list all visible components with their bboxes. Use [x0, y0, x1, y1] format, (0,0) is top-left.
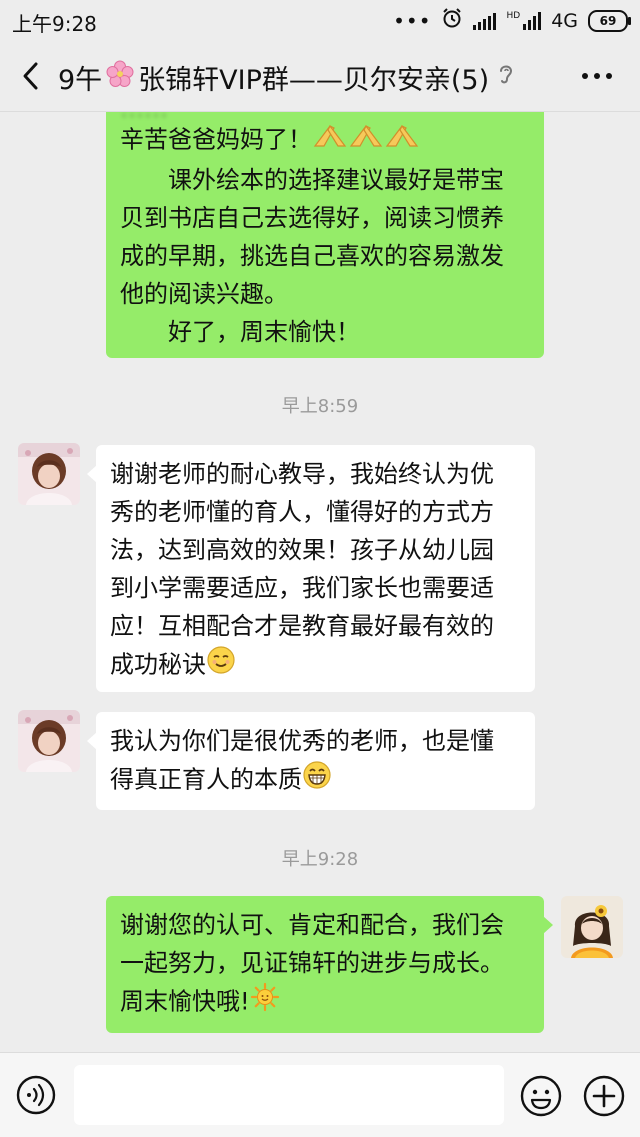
alarm-icon: [441, 7, 463, 34]
battery-level: 69: [599, 13, 617, 28]
hd-signal-icon: HD: [506, 10, 542, 30]
status-time: 上午9:28: [12, 12, 97, 36]
back-arrow-icon[interactable]: [16, 60, 48, 92]
message-line: 他的阅读兴趣。: [120, 280, 288, 308]
message-line: 法，达到高效的效果！孩子从幼儿园: [110, 536, 494, 564]
input-bar: [0, 1052, 640, 1137]
hd-label: HD: [506, 10, 521, 21]
voice-icon[interactable]: [16, 1075, 56, 1115]
dots-icon: •••: [393, 8, 432, 33]
chat-screen: 上午9:28 ••• HD 4G 69 9午 张锦轩VIP群——贝尔安亲(5) …: [0, 0, 640, 1137]
avatar[interactable]: [18, 710, 80, 772]
message-line: 得真正育人的本质: [110, 760, 521, 801]
network-type: 4G: [551, 9, 578, 32]
emoji-icon[interactable]: [520, 1075, 562, 1117]
more-options-icon[interactable]: [582, 73, 612, 79]
message-bubble-outgoing[interactable]: 谢谢您的认可、肯定和配合，我们会 一起努力，见证锦轩的进步与成长。 周末愉快哦!: [106, 896, 553, 1033]
relieved-emoji-icon: [206, 645, 236, 686]
message-line: 课外绘本的选择建议最好是带宝: [120, 166, 504, 194]
signal-icon: [473, 12, 497, 30]
pray-emoji-icon: [312, 120, 420, 161]
status-bar: 上午9:28 ••• HD 4G 69: [0, 0, 640, 40]
message-input[interactable]: [74, 1065, 504, 1125]
message-line: 周末愉快哦!: [120, 982, 530, 1023]
message-bubble-incoming[interactable]: 我认为你们是很优秀的老师，也是懂 得真正育人的本质: [87, 712, 535, 810]
grinning-emoji-icon: [302, 760, 332, 801]
message-line: 好了，周末愉快！: [120, 318, 360, 346]
message-line: 贝到书店自己去选得好，阅读习惯养: [120, 204, 504, 232]
message-line: 应！互相配合才是教育最好最有效的: [110, 612, 494, 640]
ear-icon: [497, 62, 515, 93]
message-list[interactable]: …… 辛苦爸爸妈妈了！ 课外绘本的选择建议最好是带宝 贝到书店自己去选得好，阅读…: [0, 112, 640, 1052]
message-line: 谢谢您的认可、肯定和配合，我们会: [120, 911, 504, 939]
message-line: 谢谢老师的耐心教导，我始终认为优: [110, 460, 494, 488]
cherry-blossom-icon: [106, 60, 134, 95]
timestamp: 早上8:59: [281, 396, 359, 417]
sun-emoji-icon: [250, 982, 280, 1023]
message-line: 秀的老师懂的育人，懂得好的方式方: [110, 498, 494, 526]
status-icons: ••• HD 4G 69: [393, 7, 631, 34]
timestamp: 早上9:28: [281, 849, 359, 870]
message-line: 辛苦爸爸妈妈了！: [120, 120, 530, 161]
message-line: 成功秘诀: [110, 645, 521, 686]
message-line: 一起努力，见证锦轩的进步与成长。: [120, 949, 504, 977]
avatar[interactable]: [561, 896, 623, 958]
message-cutoff-line: ……: [120, 112, 530, 120]
message-bubble-incoming[interactable]: 谢谢老师的耐心教导，我始终认为优 秀的老师懂的育人，懂得好的方式方 法，达到高效…: [87, 445, 535, 692]
chat-title-prefix: 9午: [58, 65, 103, 96]
chat-title[interactable]: 9午 张锦轩VIP群——贝尔安亲(5): [58, 58, 515, 97]
message-line: 成的早期，挑选自己喜欢的容易激发: [120, 242, 504, 270]
chat-title-text: 张锦轩VIP群——贝尔安亲(5): [138, 65, 490, 96]
message-line: 我认为你们是很优秀的老师，也是懂: [110, 727, 494, 755]
avatar[interactable]: [18, 443, 80, 505]
battery-icon: 69: [588, 9, 631, 32]
plus-icon[interactable]: [583, 1075, 625, 1117]
message-bubble-outgoing[interactable]: …… 辛苦爸爸妈妈了！ 课外绘本的选择建议最好是带宝 贝到书店自己去选得好，阅读…: [106, 112, 544, 358]
message-line: 到小学需要适应，我们家长也需要适: [110, 574, 494, 602]
chat-header: 9午 张锦轩VIP群——贝尔安亲(5): [0, 40, 640, 112]
